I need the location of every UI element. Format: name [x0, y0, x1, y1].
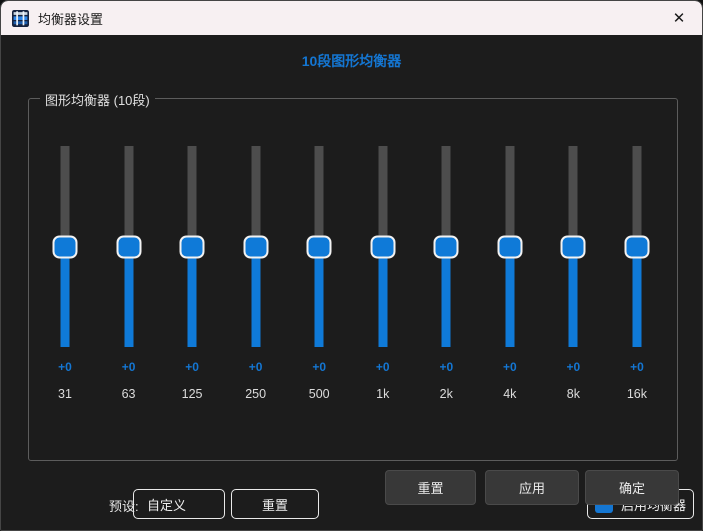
gain-value: +0: [312, 360, 326, 375]
gain-value: +0: [58, 360, 72, 375]
gain-slider[interactable]: [433, 146, 459, 347]
band-frequency-label: 8k: [567, 386, 580, 402]
eq-band-1k: +0 1k: [366, 146, 400, 402]
slider-thumb[interactable]: [180, 235, 205, 258]
gain-slider[interactable]: [116, 146, 142, 347]
band-frequency-label: 4k: [503, 386, 516, 402]
band-frequency-label: 250: [245, 386, 266, 402]
band-frequency-label: 31: [58, 386, 72, 402]
page-title: 10段图形均衡器: [1, 51, 702, 71]
band-grid: +0 31 +0 63 +0 1: [48, 146, 654, 402]
gain-value: +0: [249, 360, 263, 375]
eq-band-31: +0 31: [48, 146, 82, 402]
eq-band-250: +0 250: [239, 146, 273, 402]
band-frequency-label: 1k: [376, 386, 389, 402]
window-title: 均衡器设置: [38, 9, 103, 28]
gain-value: +0: [503, 360, 517, 375]
gain-slider[interactable]: [306, 146, 332, 347]
gain-value: +0: [630, 360, 644, 375]
preset-reset-button[interactable]: 重置: [231, 489, 319, 519]
slider-thumb[interactable]: [434, 235, 459, 258]
equalizer-settings-dialog: 均衡器设置 ✕ 10段图形均衡器 图形均衡器 (10段) +0 31: [0, 0, 703, 531]
slider-thumb[interactable]: [116, 235, 141, 258]
gain-value: +0: [376, 360, 390, 375]
groupbox-label: 图形均衡器 (10段): [40, 90, 155, 109]
ok-button[interactable]: 确定: [585, 470, 679, 505]
dialog-content: 10段图形均衡器 图形均衡器 (10段) +0 31: [1, 35, 702, 530]
slider-thumb[interactable]: [243, 235, 268, 258]
eq-band-500: +0 500: [302, 146, 336, 402]
gain-value: +0: [567, 360, 581, 375]
slider-thumb[interactable]: [370, 235, 395, 258]
band-frequency-label: 16k: [627, 386, 647, 402]
gain-value: +0: [122, 360, 136, 375]
preset-select[interactable]: 自定义: [133, 489, 225, 519]
slider-thumb[interactable]: [624, 235, 649, 258]
eq-band-8k: +0 8k: [556, 146, 590, 402]
gain-slider[interactable]: [560, 146, 586, 347]
band-frequency-label: 2k: [440, 386, 453, 402]
equalizer-groupbox: 图形均衡器 (10段) +0 31 +0 63: [28, 98, 678, 461]
gain-value: +0: [185, 360, 199, 375]
slider-thumb[interactable]: [307, 235, 332, 258]
slider-thumb[interactable]: [53, 235, 78, 258]
gain-value: +0: [439, 360, 453, 375]
titlebar[interactable]: 均衡器设置 ✕: [1, 1, 702, 35]
gain-slider[interactable]: [624, 146, 650, 347]
gain-slider[interactable]: [52, 146, 78, 347]
eq-band-4k: +0 4k: [493, 146, 527, 402]
band-frequency-label: 63: [122, 386, 136, 402]
eq-band-16k: +0 16k: [620, 146, 654, 402]
slider-thumb[interactable]: [497, 235, 522, 258]
gain-slider[interactable]: [370, 146, 396, 347]
eq-band-2k: +0 2k: [429, 146, 463, 402]
eq-band-125: +0 125: [175, 146, 209, 402]
apply-button[interactable]: 应用: [485, 470, 579, 505]
close-button[interactable]: ✕: [656, 1, 702, 34]
gain-slider[interactable]: [497, 146, 523, 347]
gain-slider[interactable]: [179, 146, 205, 347]
band-frequency-label: 125: [182, 386, 203, 402]
reset-button[interactable]: 重置: [385, 470, 476, 505]
app-icon: [12, 10, 29, 27]
slider-thumb[interactable]: [561, 235, 586, 258]
gain-slider[interactable]: [243, 146, 269, 347]
eq-band-63: +0 63: [112, 146, 146, 402]
band-frequency-label: 500: [309, 386, 330, 402]
